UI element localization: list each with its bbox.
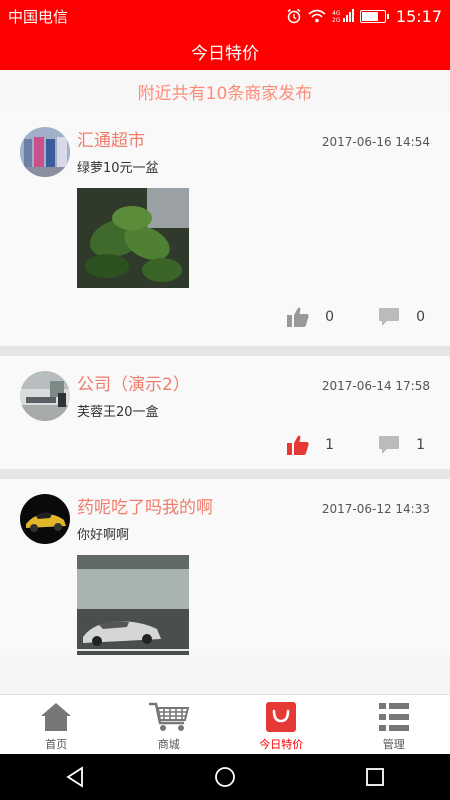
nearby-count-text: 附近共有10条商家发布 bbox=[0, 70, 450, 112]
cart-icon bbox=[148, 702, 190, 731]
title-bar: 今日特价 bbox=[0, 32, 450, 70]
avatar[interactable] bbox=[20, 494, 70, 544]
system-nav-bar bbox=[0, 754, 450, 800]
comment-icon bbox=[379, 436, 400, 454]
battery-icon bbox=[359, 9, 389, 23]
shopping-bag-icon bbox=[266, 702, 297, 732]
post-description: 芙蓉王20一盒 bbox=[77, 405, 159, 420]
like-button[interactable]: 0 bbox=[287, 307, 334, 327]
tab-label: 商城 bbox=[157, 738, 180, 751]
post-time: 2017-06-12 14:33 bbox=[321, 502, 430, 516]
post-card[interactable]: 药呢吃了吗我的啊 2017-06-12 14:33 你好啊啊 bbox=[0, 479, 450, 655]
avatar[interactable] bbox=[20, 127, 70, 177]
svg-text:2G: 2G bbox=[332, 17, 341, 23]
carrier-name: 中国电信 bbox=[8, 7, 69, 26]
svg-text:4G: 4G bbox=[332, 10, 341, 17]
comment-count: 1 bbox=[416, 437, 425, 453]
thumbs-up-icon bbox=[287, 307, 309, 327]
like-count: 0 bbox=[325, 309, 335, 325]
alarm-icon bbox=[287, 8, 301, 24]
like-button[interactable]: 1 bbox=[287, 435, 334, 455]
like-count: 1 bbox=[325, 437, 335, 453]
shop-name[interactable]: 药呢吃了吗我的啊 bbox=[77, 493, 213, 518]
recent-apps-icon[interactable] bbox=[364, 766, 386, 788]
bottom-tab-bar: 首页 商城 今日特价 管理 bbox=[0, 694, 450, 754]
shop-name[interactable]: 公司（演示2） bbox=[77, 370, 190, 395]
feed[interactable]: 附近共有10条商家发布 汇通超市 2017-06-16 14:54 绿萝10元一… bbox=[0, 70, 450, 694]
post-description: 绿萝10元一盆 bbox=[77, 161, 159, 176]
post-photo[interactable] bbox=[77, 188, 189, 288]
status-time: 15:17 bbox=[395, 6, 442, 26]
tab-manage[interactable]: 管理 bbox=[338, 695, 450, 754]
tab-label: 首页 bbox=[45, 738, 68, 751]
wifi-icon bbox=[308, 9, 326, 23]
post-card[interactable]: 汇通超市 2017-06-16 14:54 绿萝10元一盆 0 0 bbox=[0, 112, 450, 356]
page-title: 今日特价 bbox=[191, 43, 259, 64]
home-circle-icon[interactable] bbox=[214, 766, 236, 788]
comment-button[interactable]: 1 bbox=[378, 435, 425, 455]
comment-icon bbox=[379, 308, 400, 326]
tab-label: 管理 bbox=[382, 738, 405, 751]
thumbs-up-icon bbox=[287, 435, 309, 455]
post-time: 2017-06-16 14:54 bbox=[321, 135, 430, 149]
avatar[interactable] bbox=[20, 371, 70, 421]
tab-mall[interactable]: 商城 bbox=[113, 695, 226, 754]
shop-name[interactable]: 汇通超市 bbox=[77, 126, 145, 151]
status-icons: 4G 2G 15:17 bbox=[286, 7, 442, 26]
post-photo[interactable] bbox=[77, 555, 189, 655]
back-icon[interactable] bbox=[64, 766, 86, 788]
status-bar: 中国电信 4G 2G 15:17 bbox=[0, 0, 450, 32]
signal-icon: 4G2G bbox=[332, 9, 354, 23]
post-time: 2017-06-14 17:58 bbox=[321, 379, 430, 393]
comment-count: 0 bbox=[416, 309, 425, 325]
post-card[interactable]: 公司（演示2） 2017-06-14 17:58 芙蓉王20一盒 1 1 bbox=[0, 356, 450, 479]
comment-button[interactable]: 0 bbox=[378, 307, 425, 327]
list-icon bbox=[378, 703, 409, 731]
tab-home[interactable]: 首页 bbox=[0, 695, 113, 754]
tab-label: 今日特价 bbox=[259, 738, 304, 751]
post-description: 你好啊啊 bbox=[77, 528, 130, 543]
home-icon bbox=[41, 703, 72, 731]
tab-today-deals[interactable]: 今日特价 bbox=[225, 695, 338, 754]
